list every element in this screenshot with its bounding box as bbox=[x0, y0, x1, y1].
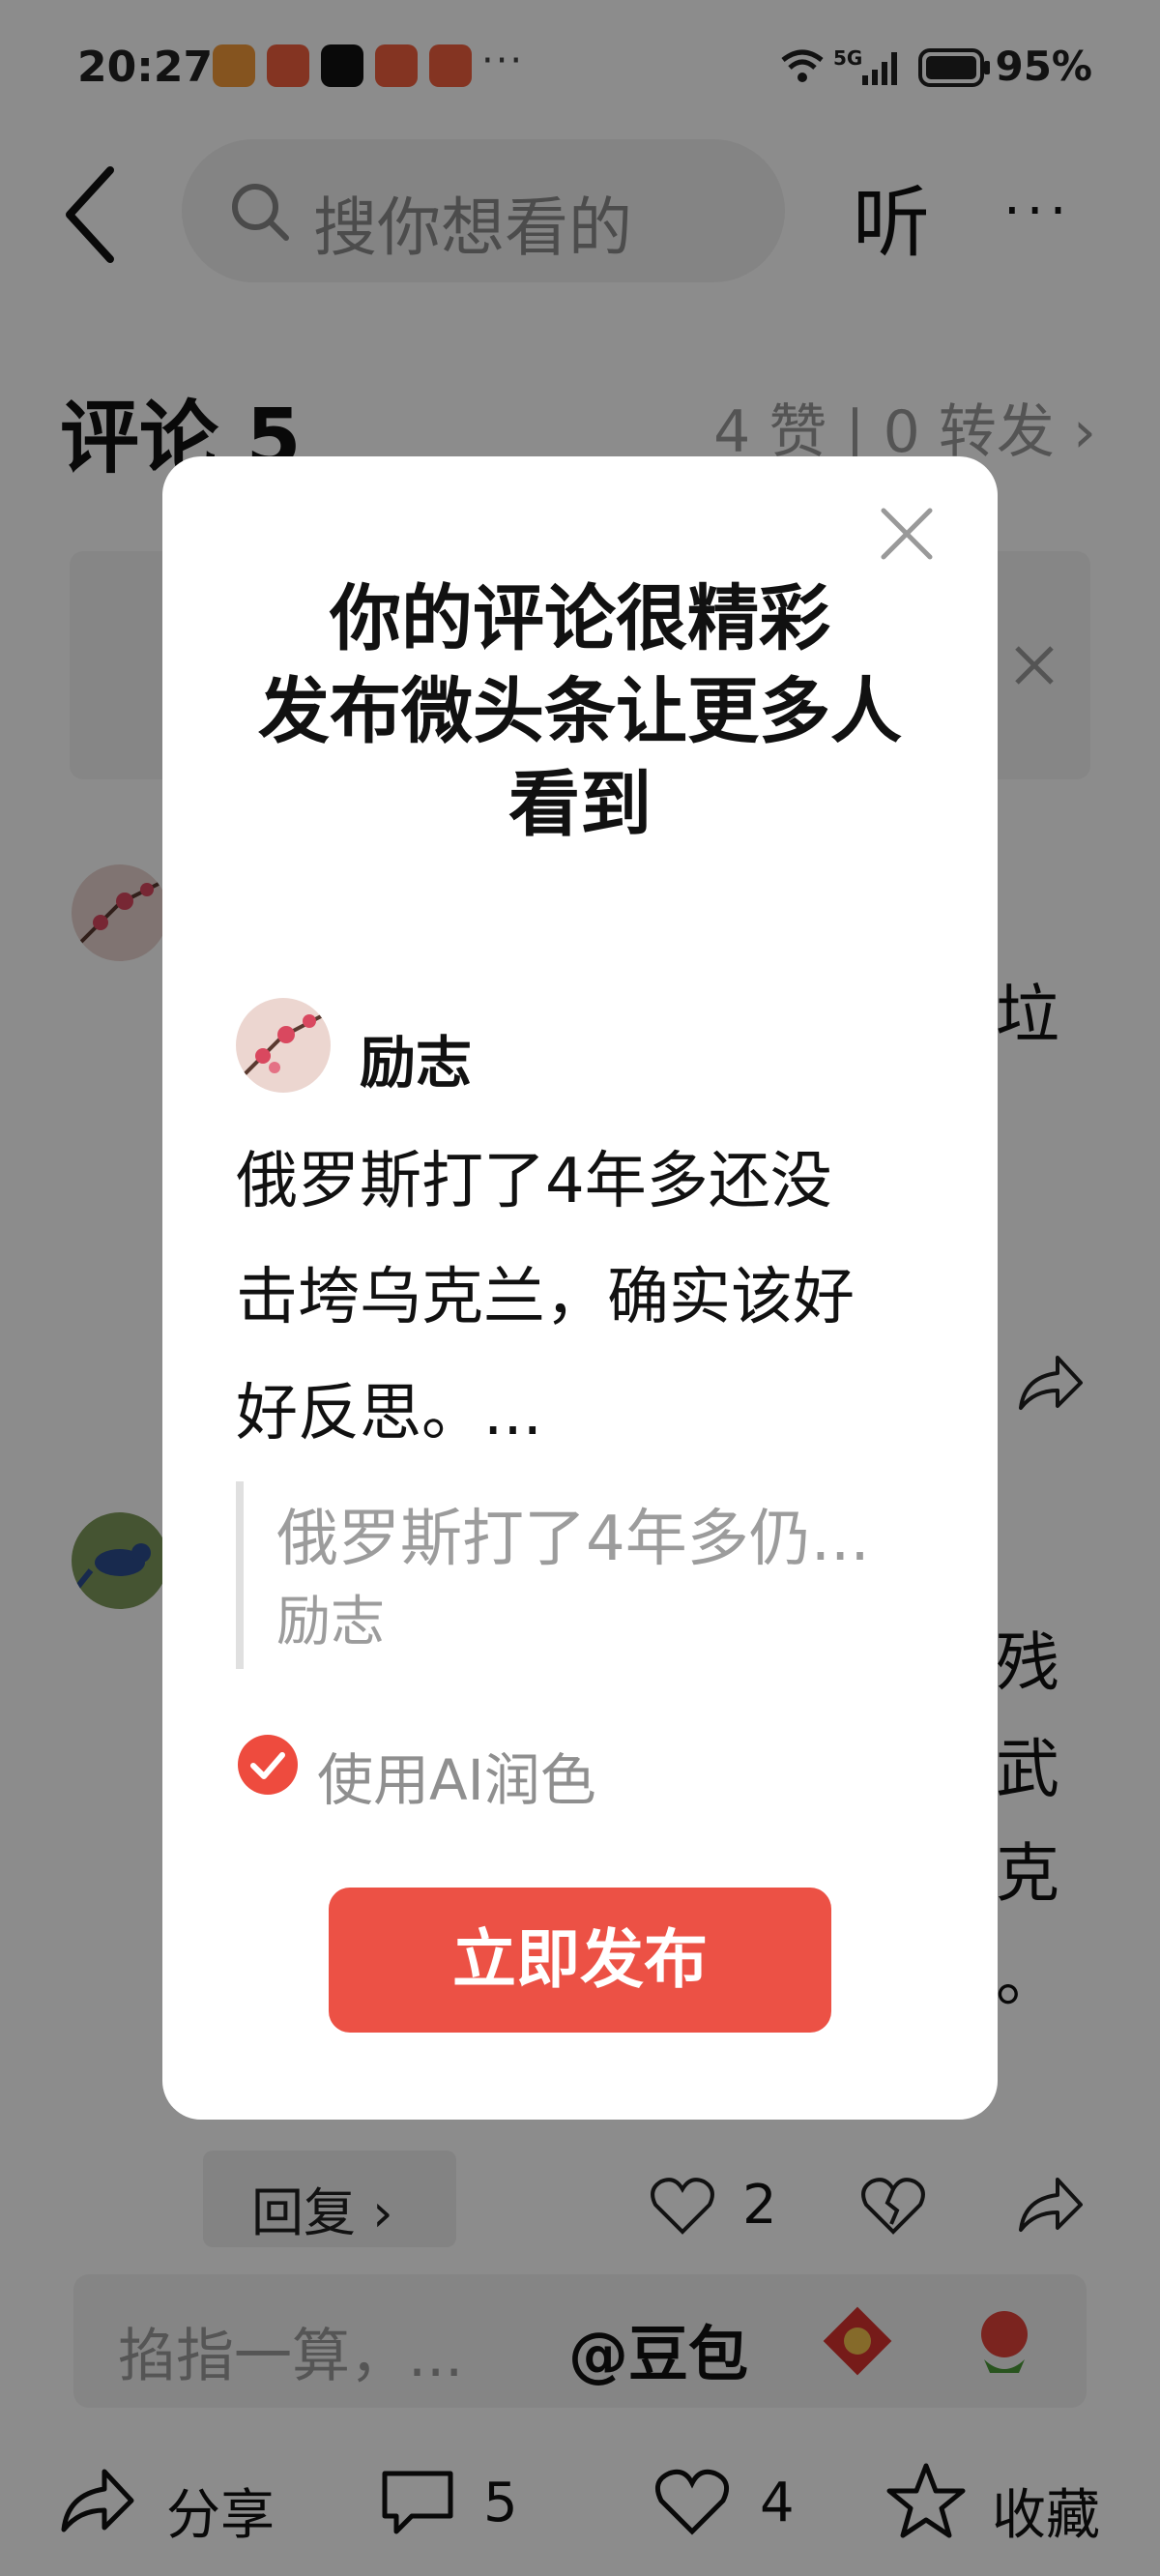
ai-polish-checkbox[interactable] bbox=[238, 1735, 298, 1795]
publish-dialog: 你的评论很精彩 发布微头条让更多人 看到 励志 俄罗斯打了4年多还没 击垮乌克兰… bbox=[162, 456, 998, 2120]
quoted-text: 俄罗斯打了4年多仍... bbox=[276, 1504, 870, 1575]
checkmark-icon bbox=[250, 1752, 285, 1779]
dialog-title-line-2: 发布微头条让更多人 bbox=[258, 670, 902, 753]
quoted-author: 励志 bbox=[276, 1591, 385, 1654]
post-line-3: 好反思。... bbox=[236, 1378, 543, 1449]
quoted-article: 俄罗斯打了4年多仍... 励志 bbox=[236, 1481, 920, 1669]
post-line-1: 俄罗斯打了4年多还没 bbox=[236, 1146, 832, 1217]
user-name: 励志 bbox=[360, 1030, 473, 1096]
post-line-2: 击垮乌克兰，确实该好 bbox=[236, 1262, 855, 1333]
dialog-title: 你的评论很精彩 发布微头条让更多人 看到 bbox=[162, 572, 998, 851]
dialog-title-line-1: 你的评论很精彩 bbox=[330, 577, 830, 660]
ai-polish-label[interactable]: 使用AI润色 bbox=[317, 1735, 596, 1816]
publish-now-button[interactable]: 立即发布 bbox=[329, 1888, 831, 2033]
dialog-title-line-3: 看到 bbox=[508, 763, 652, 846]
close-icon[interactable] bbox=[878, 505, 936, 563]
plum-blossom-icon bbox=[242, 1013, 324, 1077]
user-avatar bbox=[236, 998, 331, 1093]
post-preview-text: 俄罗斯打了4年多还没 击垮乌克兰，确实该好 好反思。... bbox=[236, 1124, 951, 1472]
